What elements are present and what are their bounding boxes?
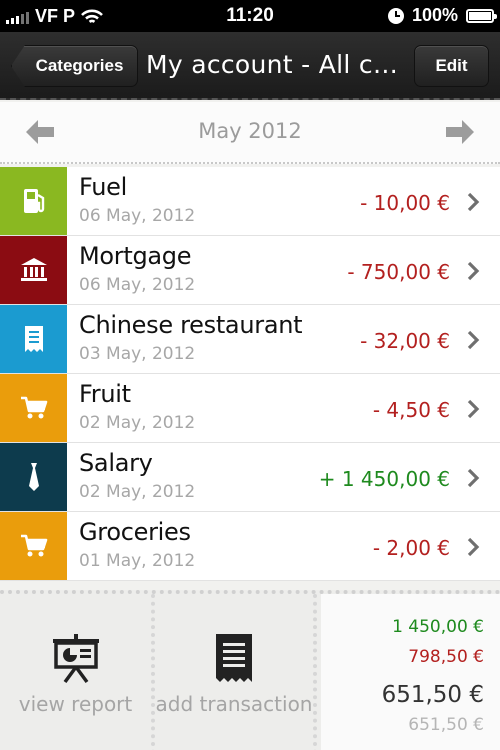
category-badge: [0, 443, 67, 511]
transaction-row[interactable]: Mortgage 06 May, 2012 - 750,00 €: [0, 236, 500, 305]
transaction-amount: - 10,00 €: [360, 191, 450, 215]
category-badge: [0, 236, 67, 304]
category-badge: [0, 374, 67, 442]
transaction-date: 03 May, 2012: [79, 344, 196, 364]
transaction-row[interactable]: Fruit 02 May, 2012 - 4,50 €: [0, 374, 500, 443]
transaction-list: Fuel 06 May, 2012 - 10,00 € Mortgage 06 …: [0, 167, 500, 581]
total-balance: 651,50 €: [381, 682, 484, 708]
presentation-chart-icon: [52, 634, 99, 684]
edit-button[interactable]: Edit: [414, 45, 489, 87]
chevron-right-icon: [467, 192, 480, 212]
transaction-date: 01 May, 2012: [79, 551, 196, 571]
transaction-row[interactable]: Chinese restaurant 03 May, 2012 - 32,00 …: [0, 305, 500, 374]
receipt-icon: [216, 634, 252, 682]
transaction-name: Mortgage: [79, 242, 192, 270]
transaction-row[interactable]: Groceries 01 May, 2012 - 2,00 €: [0, 512, 500, 581]
categories-back-button[interactable]: Categories: [11, 45, 138, 87]
arrow-right-icon[interactable]: [446, 120, 474, 144]
transaction-amount: - 4,50 €: [372, 398, 450, 422]
category-badge: [0, 305, 67, 373]
fuel-pump-icon: [23, 189, 44, 213]
chevron-right-icon: [467, 537, 480, 557]
transaction-name: Groceries: [79, 518, 191, 546]
view-report-label: view report: [18, 692, 133, 716]
clock-icon: [387, 7, 404, 24]
chevron-right-icon: [467, 330, 480, 350]
status-right: 100%: [387, 5, 497, 26]
transaction-name: Chinese restaurant: [79, 311, 303, 339]
shopping-cart-icon: [20, 534, 47, 557]
chevron-right-icon: [467, 399, 480, 419]
shopping-cart-icon: [20, 396, 47, 419]
transaction-amount: - 32,00 €: [360, 329, 450, 353]
tie-icon: [28, 463, 39, 491]
battery-icon: [466, 8, 497, 23]
transaction-row[interactable]: Fuel 06 May, 2012 - 10,00 €: [0, 167, 500, 236]
page-title: My account - All categories: [146, 50, 398, 79]
view-report-button[interactable]: view report: [0, 594, 155, 750]
total-expense: 798,50 €: [408, 647, 484, 667]
status-bar: VF P 11:20 100%: [0, 0, 500, 32]
transaction-name: Salary: [79, 449, 153, 477]
transaction-name: Fruit: [79, 380, 131, 408]
month-selector: May 2012: [0, 102, 500, 164]
transaction-amount: + 1 450,00 €: [318, 467, 450, 491]
navigation-bar: Categories My account - All categories E…: [0, 32, 500, 100]
category-badge: [0, 167, 67, 235]
total-income: 1 450,00 €: [392, 617, 484, 637]
bank-icon: [20, 258, 47, 281]
month-label: May 2012: [198, 119, 302, 143]
transaction-amount: - 750,00 €: [347, 260, 450, 284]
transaction-name: Fuel: [79, 173, 127, 201]
chevron-right-icon: [467, 261, 480, 281]
receipt-icon: [24, 326, 43, 352]
category-badge: [0, 512, 67, 580]
transaction-date: 02 May, 2012: [79, 413, 196, 433]
chevron-right-icon: [467, 468, 480, 488]
transaction-date: 02 May, 2012: [79, 482, 196, 502]
transaction-amount: - 2,00 €: [372, 536, 450, 560]
bottom-panel: view report add transaction 1 450,00 € 7…: [0, 590, 500, 750]
transaction-date: 06 May, 2012: [79, 206, 196, 226]
add-transaction-label: add transaction: [155, 692, 313, 716]
add-transaction-button[interactable]: add transaction: [155, 594, 317, 750]
totals-panel: 1 450,00 € 798,50 € 651,50 € 651,50 €: [321, 594, 500, 750]
total-balance-secondary: 651,50 €: [408, 715, 484, 735]
battery-label: 100%: [411, 5, 458, 25]
transaction-date: 06 May, 2012: [79, 275, 196, 295]
transaction-row[interactable]: Salary 02 May, 2012 + 1 450,00 €: [0, 443, 500, 512]
